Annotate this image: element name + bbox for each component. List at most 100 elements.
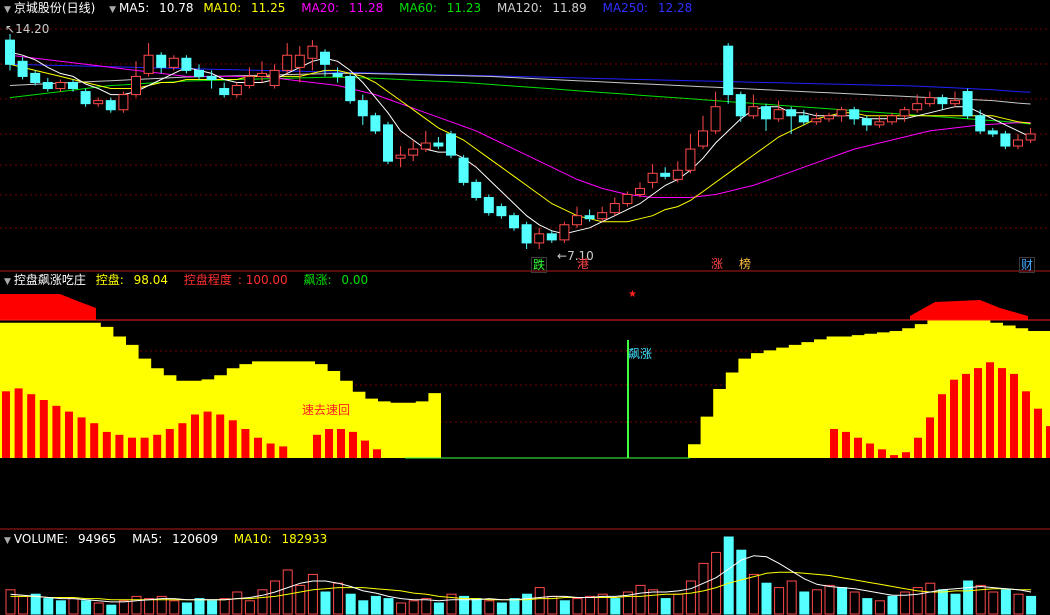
candle-body bbox=[80, 91, 91, 105]
degree-bar bbox=[830, 429, 838, 458]
candle-body bbox=[761, 106, 771, 120]
candle-body bbox=[17, 60, 28, 77]
volume-bar bbox=[370, 595, 381, 615]
star-icon: ★ bbox=[628, 289, 637, 300]
candle-body bbox=[5, 39, 15, 65]
candle-body bbox=[836, 109, 847, 117]
volume-bar bbox=[635, 584, 646, 615]
event-tag-die[interactable]: 跌 bbox=[531, 257, 548, 273]
settings-triangle-icon[interactable]: ▼ bbox=[109, 5, 116, 15]
degree-bar bbox=[361, 440, 369, 458]
volume-bar bbox=[396, 602, 407, 615]
candle-body bbox=[181, 57, 192, 71]
indicator-legend: ▼ 控盘飙涨吃庄 控盘: 98.04 控盘程度: 100.00 飙涨: 0.00 bbox=[0, 272, 380, 288]
event-tag-cai[interactable]: 财 bbox=[1019, 257, 1036, 273]
volume-bar bbox=[559, 600, 570, 615]
volume-bar bbox=[307, 573, 318, 615]
volume-bar bbox=[874, 600, 885, 615]
degree-bar bbox=[228, 420, 237, 458]
event-tag-gang[interactable]: 港 bbox=[576, 257, 590, 271]
candlestick-chart[interactable] bbox=[0, 0, 1050, 272]
price-legend: ▼ 京城股份(日线) ▼ MA5: 10.78 MA10: 11.25 MA20: … bbox=[0, 0, 704, 16]
volume-bar bbox=[673, 593, 684, 615]
volume-bar bbox=[144, 598, 155, 615]
candle-body bbox=[609, 203, 620, 214]
candle-body bbox=[433, 142, 444, 147]
volume-bar bbox=[963, 580, 974, 615]
collapse-triangle-icon[interactable]: ▼ bbox=[4, 536, 11, 546]
volume-bar bbox=[81, 600, 92, 615]
volume-pane[interactable]: ▼ VOLUME: 94965 MA5: 120609 MA10: 182933 bbox=[0, 530, 1050, 615]
volume-ma10-line bbox=[10, 571, 1032, 601]
candle-body bbox=[912, 103, 923, 111]
degree-bar bbox=[349, 431, 357, 458]
volume-bar bbox=[345, 593, 356, 615]
volume-bar bbox=[723, 536, 734, 615]
degree-bar bbox=[39, 400, 48, 458]
candle-body bbox=[572, 215, 582, 226]
kongpan-indicator-chart[interactable] bbox=[0, 272, 1050, 530]
ma60-label: MA60: 11.23 bbox=[399, 1, 482, 15]
volume-bar bbox=[358, 600, 369, 615]
degree-bar bbox=[27, 394, 36, 458]
degree-bar bbox=[102, 431, 111, 458]
candle-body bbox=[1000, 133, 1011, 147]
volume-bar bbox=[950, 593, 961, 615]
degree-bar bbox=[241, 429, 250, 458]
candle-body bbox=[395, 154, 406, 159]
candle-body bbox=[383, 124, 393, 162]
volume-bar bbox=[610, 598, 621, 615]
volume-bar bbox=[811, 589, 822, 615]
collapse-triangle-icon[interactable]: ▼ bbox=[4, 277, 11, 287]
event-tag-zhang[interactable]: 涨 bbox=[710, 257, 724, 271]
ma20-label: MA20: 11.28 bbox=[301, 1, 384, 15]
candle-body bbox=[105, 100, 116, 111]
candle-body bbox=[131, 75, 141, 96]
degree-bar bbox=[914, 437, 922, 458]
candle-body bbox=[723, 45, 734, 96]
surge-readout: 飙涨: 0.00 bbox=[303, 273, 369, 287]
indicator-pane[interactable]: ▼ 控盘飙涨吃庄 控盘: 98.04 控盘程度: 100.00 飙涨: 0.00 … bbox=[0, 272, 1050, 530]
candle-body bbox=[786, 109, 797, 117]
candle-body bbox=[672, 169, 683, 180]
volume-bar bbox=[43, 598, 54, 615]
candle-body bbox=[660, 172, 671, 177]
candle-body bbox=[156, 54, 167, 68]
candle-body bbox=[294, 54, 305, 68]
volume-bar bbox=[685, 580, 696, 615]
volume-bar bbox=[484, 600, 495, 615]
candle-body bbox=[735, 94, 746, 117]
candle-body bbox=[420, 142, 431, 150]
candle-body bbox=[748, 106, 759, 117]
candle-body bbox=[584, 215, 595, 220]
volume-bar bbox=[232, 591, 243, 615]
volume-bar bbox=[55, 600, 66, 615]
volume-bar bbox=[862, 598, 873, 615]
degree-bar bbox=[65, 411, 73, 458]
volume-bar bbox=[181, 602, 192, 615]
event-tag-bang[interactable]: 榜 bbox=[738, 257, 752, 271]
volume-bar bbox=[1000, 589, 1011, 615]
degree-bar bbox=[974, 368, 982, 458]
degree-bar bbox=[938, 394, 946, 458]
volume-bar bbox=[799, 591, 810, 615]
collapse-triangle-icon[interactable]: ▼ bbox=[4, 5, 11, 15]
candle-body bbox=[458, 157, 469, 183]
candle-body bbox=[698, 130, 708, 147]
volume-bar bbox=[824, 584, 835, 615]
candle-body bbox=[647, 172, 658, 183]
price-pane[interactable]: ▼ 京城股份(日线) ▼ MA5: 10.78 MA10: 11.25 MA20: … bbox=[0, 0, 1050, 273]
degree-bar bbox=[842, 431, 850, 458]
degree-bar bbox=[866, 443, 874, 458]
volume-bar bbox=[837, 587, 848, 615]
degree-bar bbox=[90, 423, 99, 458]
degree-bar bbox=[1022, 391, 1030, 458]
candle-body bbox=[483, 197, 494, 214]
degree-bar bbox=[325, 429, 333, 458]
volume-bar bbox=[408, 600, 419, 615]
degree-bar bbox=[115, 434, 124, 458]
volume-bar bbox=[887, 595, 898, 615]
degree-bar bbox=[986, 362, 994, 458]
degree-bar bbox=[153, 434, 162, 458]
degree-bar bbox=[165, 429, 174, 458]
